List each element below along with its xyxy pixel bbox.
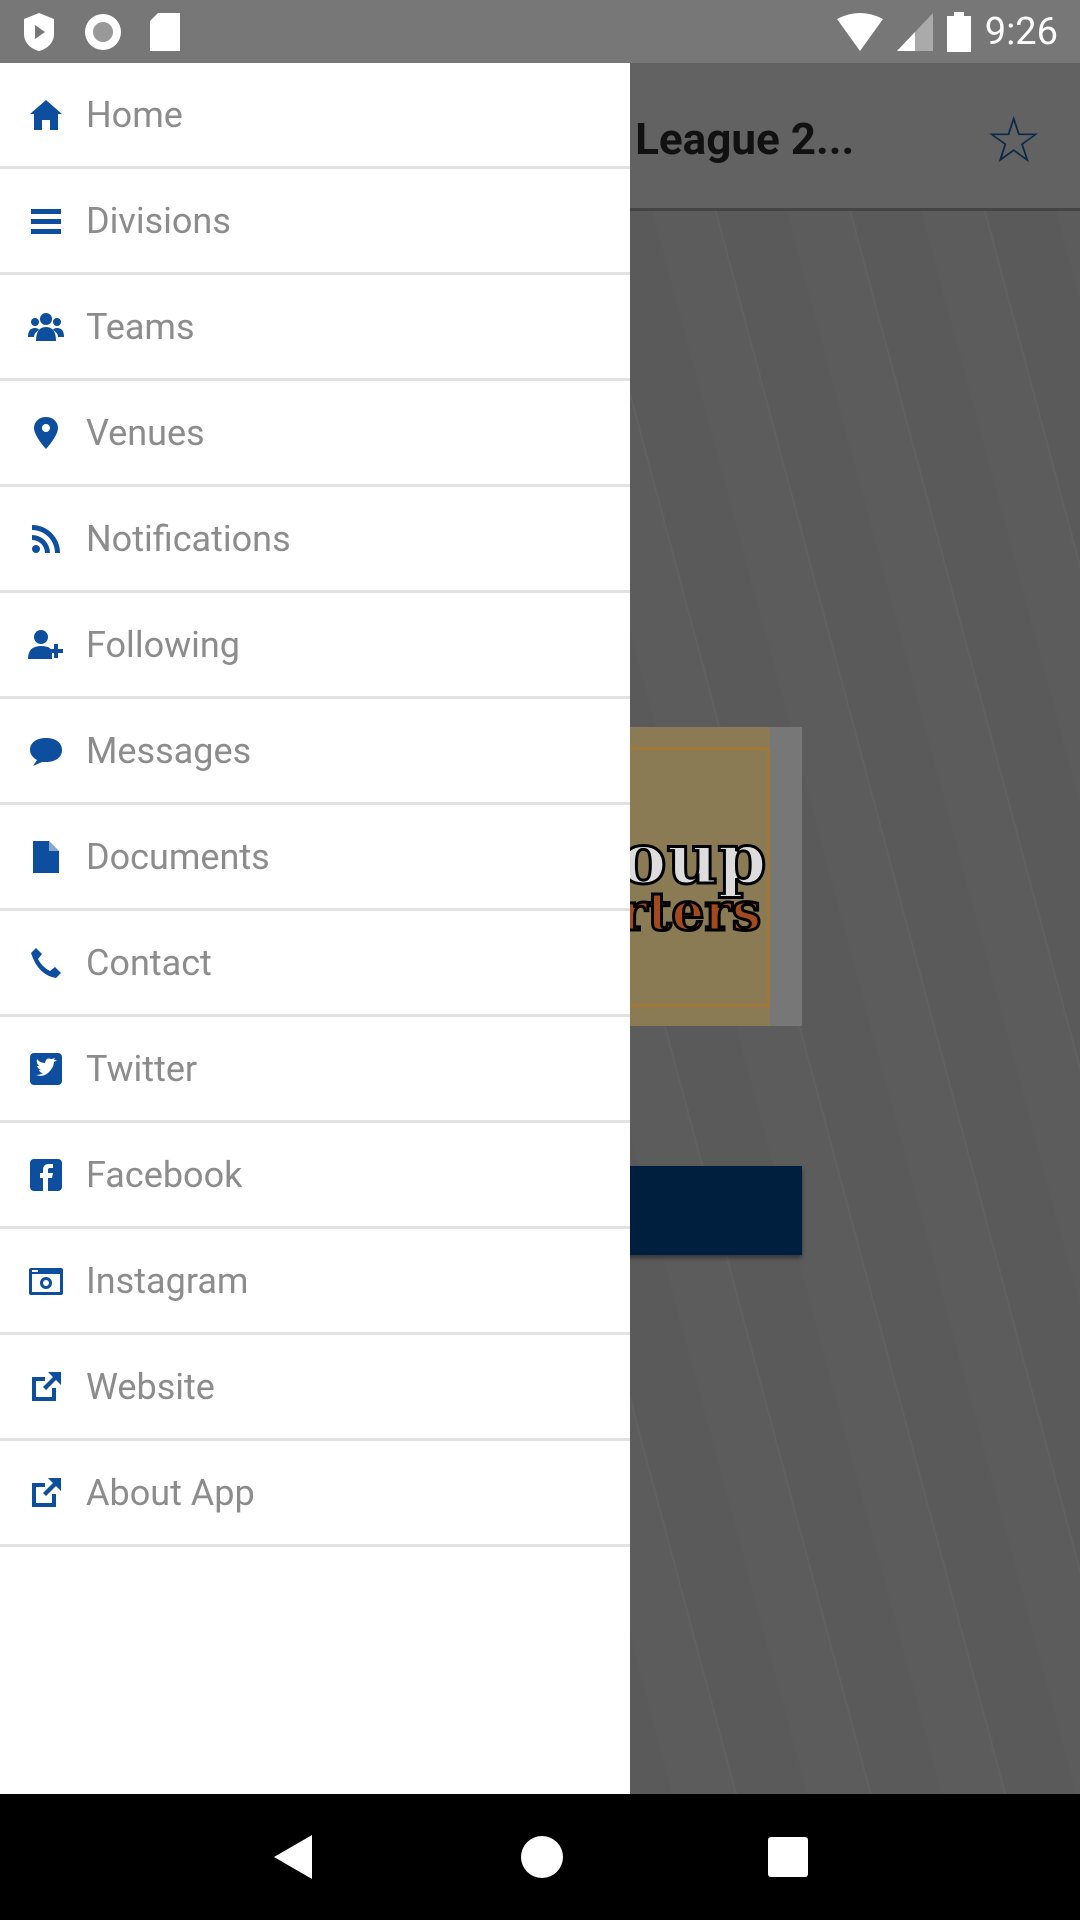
clock: 9:26	[984, 9, 1058, 54]
recents-icon[interactable]	[768, 1837, 808, 1877]
phone-icon	[26, 943, 66, 983]
record-icon	[85, 13, 121, 50]
bars-icon	[26, 201, 66, 241]
drawer-item-home[interactable]: Home	[0, 63, 630, 169]
status-bar: 9:26	[0, 0, 1080, 63]
camera-icon	[26, 1261, 66, 1301]
drawer-item-teams[interactable]: Teams	[0, 275, 630, 381]
drawer-item-following[interactable]: Following	[0, 593, 630, 699]
external-link-icon	[26, 1367, 66, 1407]
drawer-item-label: Documents	[86, 835, 270, 878]
drawer-item-label: Contact	[86, 941, 212, 984]
twitter-icon	[26, 1049, 66, 1089]
drawer-item-label: Divisions	[86, 199, 231, 242]
signal-icon	[896, 12, 933, 51]
drawer-item-label: Venues	[86, 411, 205, 454]
drawer-item-label: Following	[86, 623, 241, 666]
drawer-item-instagram[interactable]: Instagram	[0, 1229, 630, 1335]
back-icon[interactable]	[272, 1833, 316, 1881]
drawer-item-messages[interactable]: Messages	[0, 699, 630, 805]
facebook-icon	[26, 1155, 66, 1195]
drawer-item-contact[interactable]: Contact	[0, 911, 630, 1017]
system-nav-bar	[0, 1794, 1080, 1920]
drawer-item-label: Teams	[86, 305, 195, 348]
drawer-item-website[interactable]: Website	[0, 1335, 630, 1441]
home-circle-icon[interactable]	[520, 1835, 564, 1879]
drawer-item-label: Instagram	[86, 1259, 249, 1302]
drawer-item-label: About App	[86, 1471, 255, 1514]
comment-icon	[26, 731, 66, 771]
file-icon	[26, 837, 66, 877]
rss-icon	[26, 519, 66, 559]
drawer-item-label: Messages	[86, 729, 252, 772]
drawer-item-label: Twitter	[86, 1047, 198, 1090]
drawer-item-twitter[interactable]: Twitter	[0, 1017, 630, 1123]
drawer-item-label: Facebook	[86, 1153, 243, 1196]
drawer-item-venues[interactable]: Venues	[0, 381, 630, 487]
drawer-item-label: Website	[86, 1365, 215, 1408]
navigation-drawer: Home Divisions Teams Venues Notifications Fol…	[0, 63, 630, 1794]
external-link-icon	[26, 1473, 66, 1513]
drawer-item-label: Notifications	[86, 517, 291, 560]
drawer-item-facebook[interactable]: Facebook	[0, 1123, 630, 1229]
users-icon	[26, 307, 66, 347]
map-marker-icon	[26, 413, 66, 453]
wifi-icon	[836, 12, 883, 51]
battery-icon	[946, 11, 971, 52]
home-icon	[26, 95, 66, 135]
user-plus-icon	[26, 625, 66, 665]
drawer-item-about-app[interactable]: About App	[0, 1441, 630, 1547]
drawer-item-notifications[interactable]: Notifications	[0, 487, 630, 593]
drawer-item-divisions[interactable]: Divisions	[0, 169, 630, 275]
drawer-item-documents[interactable]: Documents	[0, 805, 630, 911]
shield-play-icon	[24, 12, 54, 51]
drawer-item-label: Home	[86, 93, 183, 136]
favorite-star-icon[interactable]: ☆	[985, 103, 1042, 178]
sd-card-icon	[150, 12, 180, 51]
